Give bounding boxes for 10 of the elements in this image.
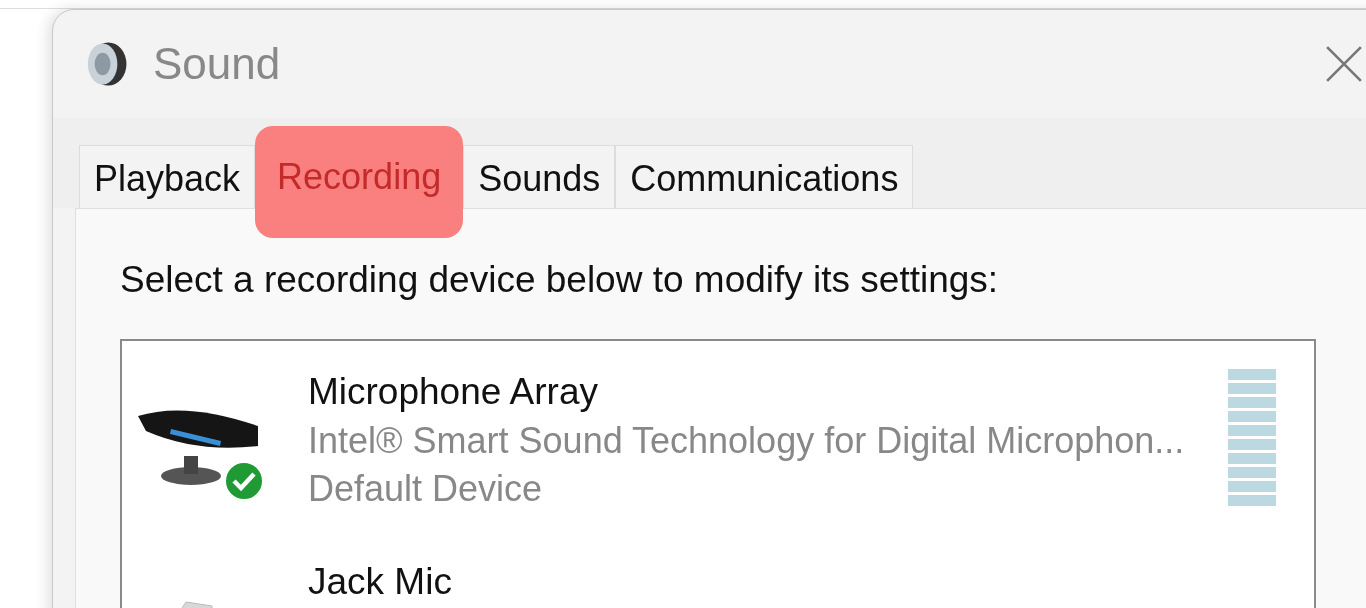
tab[interactable]: Sounds <box>463 145 616 208</box>
device-status: Default Device <box>308 467 544 511</box>
device-name: Microphone Array <box>308 370 599 414</box>
close-icon[interactable] <box>1325 45 1363 83</box>
instruction-text: Select a recording device below to modify its settings: <box>120 259 1000 301</box>
tab[interactable]: Playback <box>79 145 256 208</box>
window-title: Sound <box>153 39 281 89</box>
device-name: Jack Mic <box>308 560 452 604</box>
device-description: Intel® Smart Sound Technology for Digital Microphon... <box>308 419 1185 463</box>
tab[interactable]: Communications <box>615 145 914 208</box>
